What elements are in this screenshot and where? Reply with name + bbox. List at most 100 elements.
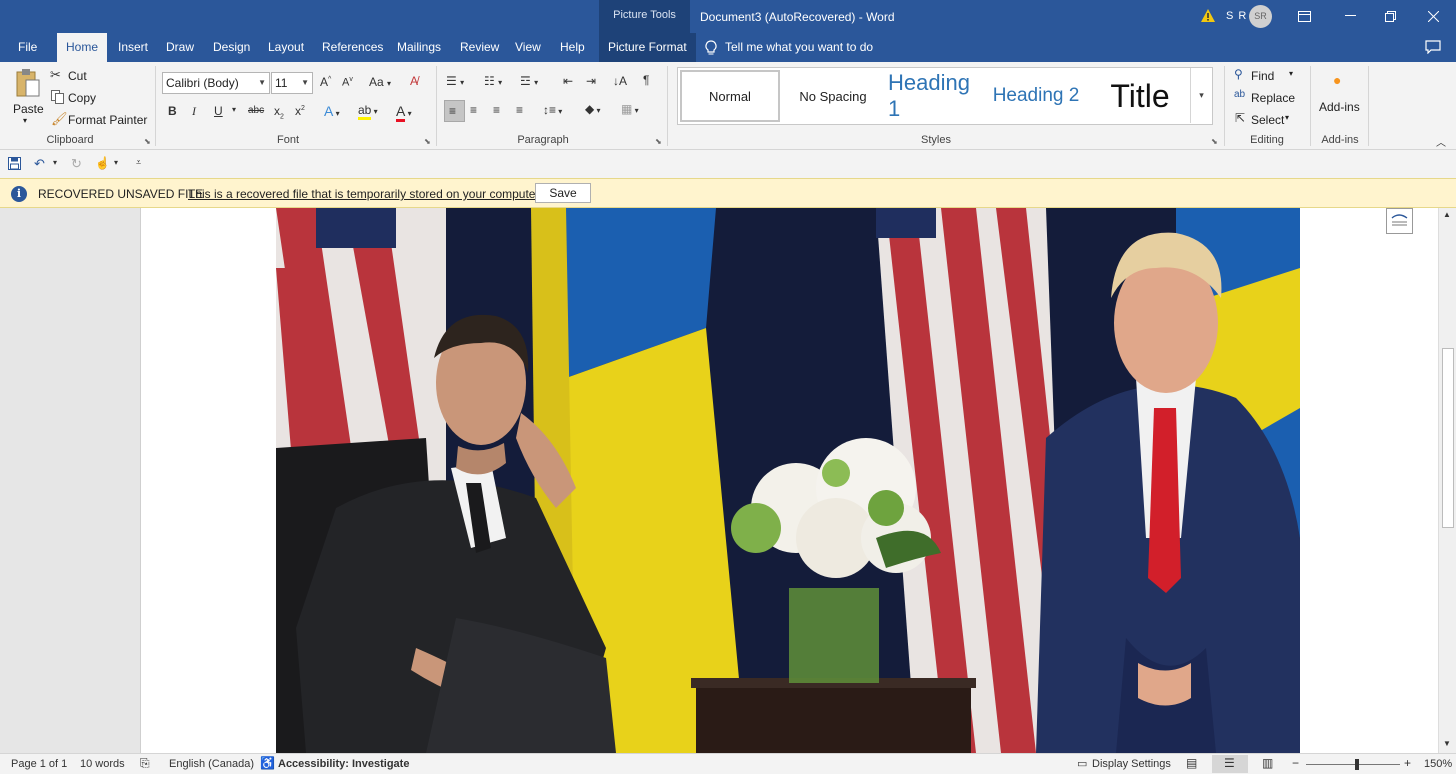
format-painter-button[interactable]: 🖌 Format Painter (50, 111, 150, 129)
message-link[interactable]: This is a recovered file that is tempora… (188, 187, 542, 201)
styles-more-button[interactable]: ▾ (1190, 68, 1212, 123)
tab-help[interactable]: Help (551, 33, 594, 62)
redo-icon[interactable]: ↻ (71, 156, 82, 172)
cut-button[interactable]: ✂ Cut (50, 67, 130, 85)
tab-references[interactable]: References (313, 33, 392, 62)
borders-icon[interactable]: ▦ ▾ (621, 102, 639, 116)
select-button[interactable]: ⇱ Select ▾ (1234, 111, 1304, 129)
print-layout-button[interactable]: ☰ (1212, 755, 1248, 773)
superscript-icon[interactable]: x2 (295, 104, 305, 118)
proofing-icon[interactable]: ⎘ (140, 756, 150, 771)
web-layout-icon[interactable]: ▥ (1262, 756, 1273, 770)
scroll-down-icon[interactable]: ▼ (1443, 739, 1451, 748)
decrease-indent-icon[interactable]: ⇤ (563, 74, 573, 88)
clipboard-paste-icon (16, 69, 40, 97)
styles-launcher-icon[interactable]: ⬊ (1211, 137, 1218, 146)
scroll-up-icon[interactable]: ▲ (1443, 210, 1451, 219)
shading-icon[interactable]: ◆ ▾ (585, 102, 600, 116)
tab-draw[interactable]: Draw (157, 33, 203, 62)
restore-button[interactable] (1367, 0, 1413, 32)
align-left-button[interactable]: ≡ (444, 100, 465, 122)
numbering-icon[interactable]: ☷ ▾ (484, 74, 502, 88)
display-settings[interactable]: Display Settings (1092, 758, 1171, 770)
bold-icon[interactable]: B (168, 104, 177, 118)
style-title[interactable]: Title (1090, 70, 1190, 122)
word-count[interactable]: 10 words (80, 758, 125, 770)
tab-design[interactable]: Design (204, 33, 259, 62)
align-right-icon[interactable]: ≡ (493, 103, 500, 117)
shrink-font-icon[interactable]: Av (342, 76, 353, 89)
align-center-icon[interactable]: ≡ (470, 103, 477, 117)
language[interactable]: English (Canada) (169, 758, 254, 770)
paste-button[interactable]: Paste ▾ (10, 66, 44, 130)
add-ins-button[interactable]: ● Add-ins (1316, 70, 1364, 120)
vertical-scrollbar[interactable]: ▲ ▼ (1438, 208, 1456, 753)
inserted-picture[interactable] (276, 208, 1300, 753)
touch-mode-icon[interactable]: ☝ (95, 156, 110, 170)
multilevel-list-icon[interactable]: ☲ ▾ (520, 74, 538, 88)
italic-icon[interactable]: I (192, 104, 196, 119)
paragraph-launcher-icon[interactable]: ⬊ (655, 137, 662, 146)
subscript-icon[interactable]: x2 (274, 104, 284, 120)
line-spacing-icon[interactable]: ↕≡ ▾ (543, 103, 562, 117)
save-button[interactable]: Save (535, 183, 591, 203)
tab-layout[interactable]: Layout (259, 33, 313, 62)
avatar[interactable]: SR (1249, 5, 1272, 28)
clear-formatting-icon[interactable]: A̸ (410, 74, 418, 88)
style-heading-1[interactable]: Heading 1 (885, 70, 982, 122)
scroll-thumb[interactable] (1442, 348, 1454, 528)
style-heading-2[interactable]: Heading 2 (986, 70, 1086, 122)
clipboard-launcher-icon[interactable]: ⬊ (144, 137, 151, 146)
chevron-down-icon[interactable]: ▾ (53, 158, 57, 167)
tell-me-search[interactable]: Tell me what you want to do (705, 33, 873, 62)
collapse-ribbon-icon[interactable]: ︿ (1436, 134, 1446, 149)
layout-options-button[interactable] (1386, 208, 1413, 234)
tab-home[interactable]: Home (57, 33, 108, 62)
warning-icon[interactable] (1201, 9, 1215, 22)
bullets-icon[interactable]: ☰ ▾ (446, 74, 464, 88)
save-icon[interactable] (8, 157, 21, 170)
change-case-button[interactable]: Aa ▾ (369, 75, 391, 89)
accessibility-status[interactable]: Accessibility: Investigate (278, 758, 409, 770)
tab-picture-format[interactable]: Picture Format (599, 33, 696, 62)
zoom-level[interactable]: 150% (1424, 758, 1452, 770)
text-effects-icon[interactable]: A ▾ (324, 103, 340, 119)
font-color-icon[interactable]: A ▾ (396, 103, 412, 122)
layout-options-icon (1391, 214, 1408, 226)
zoom-in-icon[interactable]: + (1404, 756, 1411, 770)
font-name-select[interactable]: Calibri (Body) ▼ (162, 72, 270, 94)
read-mode-icon[interactable]: ▤ (1186, 756, 1197, 770)
replace-button[interactable]: ab Replace (1234, 89, 1304, 107)
zoom-slider-thumb[interactable] (1355, 759, 1359, 770)
strikethrough-icon[interactable]: abc (248, 105, 264, 116)
underline-icon[interactable]: U (214, 104, 223, 118)
show-formatting-marks-icon[interactable]: ¶ (643, 73, 649, 87)
zoom-out-icon[interactable]: − (1292, 756, 1299, 770)
style-no-spacing[interactable]: No Spacing (783, 70, 883, 122)
page-count[interactable]: Page 1 of 1 (11, 758, 67, 770)
justify-icon[interactable]: ≡ (516, 103, 523, 117)
comments-icon[interactable] (1425, 40, 1441, 54)
chevron-down-icon[interactable]: ▾ (232, 105, 236, 114)
zoom-slider[interactable] (1306, 764, 1400, 765)
highlight-color-icon[interactable]: ab ▾ (358, 103, 378, 120)
close-button[interactable] (1410, 0, 1456, 32)
tab-mailings[interactable]: Mailings (388, 33, 450, 62)
style-normal[interactable]: Normal (680, 70, 780, 122)
copy-button[interactable]: Copy (50, 89, 130, 107)
tab-file[interactable]: File (9, 33, 46, 62)
sort-icon[interactable]: ↓A (613, 74, 627, 88)
tab-insert[interactable]: Insert (109, 33, 157, 62)
increase-indent-icon[interactable]: ⇥ (586, 74, 596, 88)
customize-qat-icon[interactable]: ⩡ (136, 157, 141, 168)
tab-review[interactable]: Review (451, 33, 508, 62)
grow-font-icon[interactable]: A^ (320, 75, 331, 89)
user-name[interactable]: S R (1226, 10, 1247, 22)
font-size-select[interactable]: 11 ▼ (271, 72, 313, 94)
find-button[interactable]: ⚲ Find ▾ (1234, 67, 1299, 85)
font-launcher-icon[interactable]: ⬊ (424, 137, 431, 146)
tab-view[interactable]: View (506, 33, 550, 62)
ribbon-display-options-button[interactable] (1281, 0, 1327, 32)
chevron-down-icon[interactable]: ▾ (114, 158, 118, 167)
undo-icon[interactable]: ↶ (34, 156, 45, 172)
